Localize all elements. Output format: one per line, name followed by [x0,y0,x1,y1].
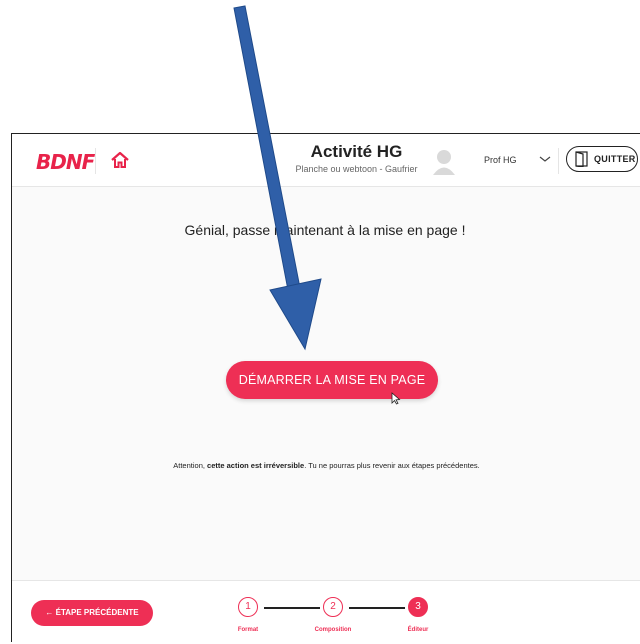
warning-bold: cette action est irréversible [207,461,305,470]
bottom-bar: ← ÉTAPE PRÉCÉDENTE 1 2 3 Format Composit… [12,580,640,644]
chevron-down-icon[interactable] [539,154,551,164]
step-1-label: Format [237,627,259,633]
step-3-label: Éditeur [407,627,429,633]
instruction-message: Génial, passe maintenant à la mise en pa… [184,222,466,238]
start-layout-button[interactable]: DÉMARRER LA MISE EN PAGE [226,361,438,399]
step-2-label: Composition [314,627,352,633]
door-icon [575,151,588,167]
main-content: Génial, passe maintenant à la mise en pa… [12,187,640,580]
app-window: BDNF Activité HG Planche ou webtoon - Ga… [11,133,640,644]
step-1-circle[interactable]: 1 [238,597,258,617]
page-subtitle: Planche ou webtoon - Gaufrier [295,164,418,174]
step-connector [349,607,405,609]
step-3-circle[interactable]: 3 [408,597,428,617]
quit-button[interactable]: QUITTER [566,146,638,172]
top-bar: BDNF Activité HG Planche ou webtoon - Ga… [12,134,640,187]
mouse-cursor-icon [391,392,401,405]
step-connector [264,607,320,609]
quit-label: QUITTER [594,154,636,164]
divider [558,148,559,174]
previous-step-button[interactable]: ← ÉTAPE PRÉCÉDENTE [31,600,153,626]
step-2-circle[interactable]: 2 [323,597,343,617]
user-name[interactable]: Prof HG [484,155,517,165]
avatar[interactable] [431,148,457,176]
warning-text: Attention, cette action est irréversible… [173,461,480,470]
